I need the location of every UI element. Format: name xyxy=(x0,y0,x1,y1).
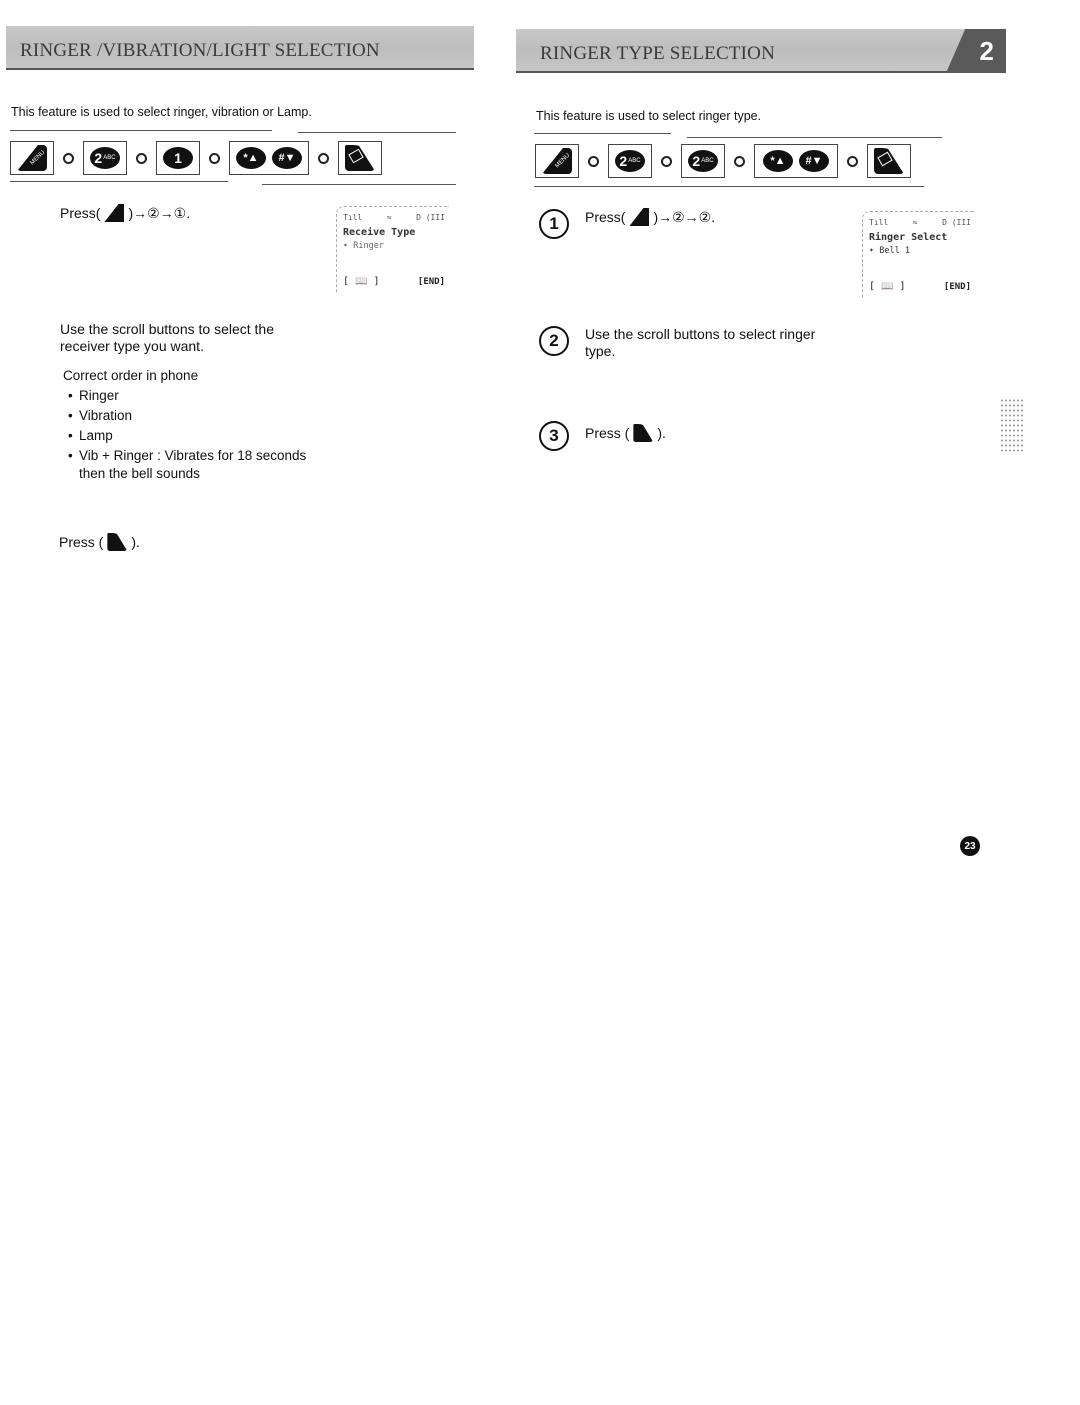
list-item: Ringer xyxy=(63,386,323,406)
step-number-1: 1 xyxy=(539,209,569,239)
display-title: Receive Type xyxy=(343,227,416,238)
end-key-icon xyxy=(107,533,128,551)
key-1: 1 xyxy=(156,141,200,175)
sequence-separator-icon xyxy=(734,155,745,167)
key-1-icon: 1 xyxy=(163,147,193,169)
menu-key-icon: MENU xyxy=(542,148,572,174)
divider xyxy=(687,137,942,138)
key-sequence: MENU 2 ABC 1 *▲ #▼ xyxy=(10,140,382,176)
menu-key: MENU xyxy=(10,141,54,175)
sequence-separator-icon xyxy=(661,155,672,167)
menu-key: MENU xyxy=(535,144,579,178)
step-2-text: Use the scroll buttons to select the rec… xyxy=(60,321,274,354)
list-item: Vibration xyxy=(63,406,323,426)
battery-icon: D (III xyxy=(416,213,445,222)
softkey-phonebook: [ 📖 ] xyxy=(869,281,906,292)
step-1-text: Press( )→②→①. xyxy=(60,204,191,222)
scroll-up-key-icon: *▲ xyxy=(763,150,793,172)
intro-text: This feature is used to select ringer ty… xyxy=(536,109,762,123)
scroll-keys: *▲ #▼ xyxy=(229,141,309,175)
step-number-2: 2 xyxy=(539,326,569,356)
list-heading: Correct order in phone xyxy=(63,368,199,383)
end-key-icon xyxy=(633,424,654,442)
alert-icon: ≈ xyxy=(912,218,918,227)
key-sequence: MENU 2 ABC 2 ABC *▲ #▼ xyxy=(535,143,911,179)
step-3-text: Press ( ). xyxy=(585,424,666,442)
section-title: Ringer Type Selection xyxy=(540,43,776,64)
list-item: Lamp xyxy=(63,426,323,446)
divider xyxy=(10,130,272,131)
section-header-right: Ringer Type Selection 2 xyxy=(516,29,1006,73)
phone-display: Tıll ≈ D (III Ringer Select ➧ Bell 1 [ 📖… xyxy=(862,211,975,298)
scroll-up-key-icon: *▲ xyxy=(236,147,266,169)
arrow-icon: ➧ xyxy=(869,246,875,256)
key-2: 2 ABC xyxy=(681,144,725,178)
alert-icon: ≈ xyxy=(386,213,392,222)
end-key xyxy=(338,141,382,175)
divider xyxy=(534,186,924,187)
list-item: Vib + Ringer : Vibrates for 18 secondsth… xyxy=(63,446,323,482)
divider xyxy=(10,181,228,182)
key-2-icon: 2 ABC xyxy=(615,150,645,172)
display-title: Ringer Select xyxy=(869,232,948,243)
status-bar: Tıll ≈ D (III xyxy=(869,218,971,227)
step-2-text: Use the scroll buttons to select ringer … xyxy=(585,326,816,359)
softkey-end: [END] xyxy=(943,282,971,292)
display-option: ➧ Ringer xyxy=(343,241,384,251)
end-key xyxy=(867,144,911,178)
scroll-keys: *▲ #▼ xyxy=(754,144,838,178)
chapter-tab: 2 xyxy=(946,29,1006,73)
divider xyxy=(298,132,456,133)
key-2: 2 ABC xyxy=(608,144,652,178)
step-1-text: Press( )→②→②. xyxy=(585,208,716,226)
softkey-phonebook: [ 📖 ] xyxy=(343,276,380,287)
step-number-3: 3 xyxy=(539,421,569,451)
chapter-number: 2 xyxy=(979,36,994,66)
menu-key-icon xyxy=(629,208,650,226)
scroll-down-key-icon: #▼ xyxy=(272,147,302,169)
ringer-order-list: Correct order in phone Ringer Vibration … xyxy=(63,366,323,482)
arrow-icon: ➧ xyxy=(343,241,349,251)
end-key-icon xyxy=(345,145,375,171)
sequence-separator-icon xyxy=(63,152,74,164)
end-key-icon xyxy=(874,148,904,174)
key-2-icon: 2 ABC xyxy=(90,147,120,169)
key-2-icon: 2 ABC xyxy=(688,150,718,172)
softkey-end: [END] xyxy=(417,277,445,287)
key-2: 2 ABC xyxy=(83,141,127,175)
display-option: ➧ Bell 1 xyxy=(869,246,910,256)
page-number: 23 xyxy=(960,836,980,856)
signal-icon: Tıll xyxy=(869,218,889,227)
section-header-left: Ringer /Vibration/Light Selection xyxy=(6,26,474,70)
battery-icon: D (III xyxy=(942,218,971,227)
menu-key-icon xyxy=(104,204,125,222)
scan-artifact xyxy=(1000,398,1024,454)
status-bar: Tıll ≈ D (III xyxy=(343,213,445,222)
sequence-separator-icon xyxy=(847,155,858,167)
divider xyxy=(534,133,671,134)
sequence-separator-icon xyxy=(318,152,329,164)
sequence-separator-icon xyxy=(588,155,599,167)
sequence-separator-icon xyxy=(209,152,220,164)
phone-display: Tıll ≈ D (III Receive Type ➧ Ringer [ 📖 … xyxy=(336,206,449,293)
menu-key-icon: MENU xyxy=(17,145,47,171)
step-3-text: Press ( ). xyxy=(59,533,140,551)
section-title: Ringer /Vibration/Light Selection xyxy=(20,40,380,61)
intro-text: This feature is used to select ringer, v… xyxy=(11,105,312,119)
signal-icon: Tıll xyxy=(343,213,363,222)
scroll-down-key-icon: #▼ xyxy=(799,150,829,172)
sequence-separator-icon xyxy=(136,152,147,164)
divider xyxy=(262,184,456,185)
